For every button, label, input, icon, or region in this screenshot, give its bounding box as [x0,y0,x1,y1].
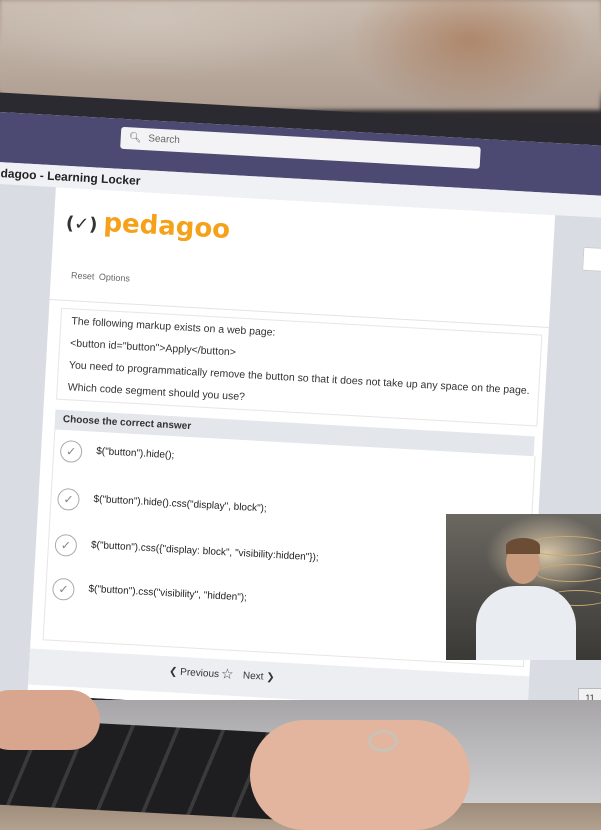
search-placeholder: Search [147,133,181,147]
answer-option[interactable]: ✓ $("button").css("visibility", "hidden"… [51,577,512,634]
answer-text: $("button").css("visibility", "hidden"); [88,583,248,604]
presenter-hair [506,538,540,554]
reset-button[interactable]: Reset [71,270,95,281]
previous-label: Previous [179,666,220,681]
question-line: Which code segment should you use? [67,381,246,404]
presenter-body [476,586,576,660]
question-line: <button id="button">Apply</button> [69,337,237,359]
left-hand [0,690,100,750]
check-circle-icon[interactable]: ✓ [51,577,76,601]
next-button[interactable]: Next ❯ [243,670,275,683]
check-circle-icon[interactable]: ✓ [54,533,78,557]
logo-check-icon: (✓) [65,212,98,236]
answer-text: $("button").css({"display: block", "visi… [90,539,319,564]
answer-text: $("button").hide().css("display", block"… [93,493,267,515]
question-line: The following markup exists on a web pag… [71,315,276,339]
background-room [0,0,601,110]
check-circle-icon[interactable]: ✓ [56,487,81,512]
previous-button[interactable]: ❮ Previous [169,666,220,680]
search-icon: 🔍︎ [128,132,142,144]
ring [368,730,398,752]
lamp-ring [536,564,601,582]
next-label: Next [242,670,264,683]
options-button[interactable]: Options [99,272,131,284]
star-icon[interactable]: ☆ [221,665,234,683]
check-circle-icon[interactable]: ✓ [59,439,83,464]
right-hand [250,720,470,830]
presenter-video [446,514,601,660]
answer-text: $("button").hide(); [95,445,175,462]
corner-button[interactable] [582,246,601,273]
